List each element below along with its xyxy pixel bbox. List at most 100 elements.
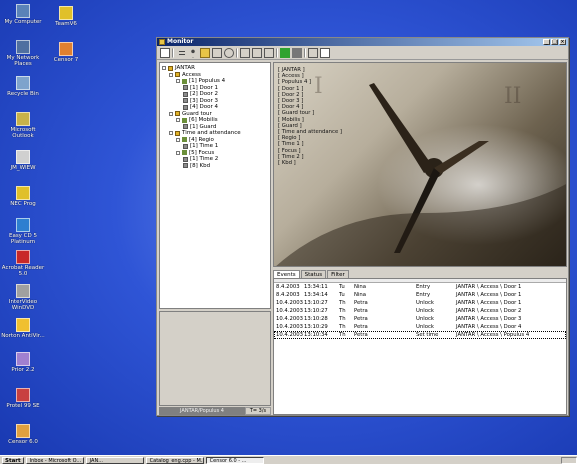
close-button[interactable]: × bbox=[559, 39, 566, 45]
tab-filter[interactable]: Filter bbox=[327, 270, 349, 278]
building-icon[interactable] bbox=[212, 47, 222, 58]
task-outlook[interactable]: Inbox - Microsoft O... bbox=[25, 456, 84, 464]
desktop-icon[interactable]: Recycle Bin bbox=[1, 76, 45, 97]
desktop-icon[interactable]: Censor 6.0 bbox=[1, 424, 45, 445]
desktop-icon[interactable]: Microsoft Outlook bbox=[1, 112, 45, 139]
cell-time: 13:10:29 bbox=[304, 324, 328, 330]
tree-node[interactable]: [4] Regio bbox=[176, 137, 214, 143]
cd-icon bbox=[16, 218, 30, 232]
tree-node[interactable]: [3] Door 3 bbox=[183, 98, 218, 104]
desktop-icon[interactable]: Acrobat Reader 5.0 bbox=[1, 250, 45, 277]
selected-device-status: JANTAR/Populus 4 bbox=[159, 407, 245, 415]
tree-node[interactable]: Guard tour bbox=[169, 111, 212, 117]
minimize-button[interactable]: _ bbox=[543, 39, 550, 45]
table-row[interactable]: 10.4.2003 13:10:28 Th Petra Unlock JANTAR \ A… bbox=[274, 315, 566, 323]
desktop-icon[interactable]: My Computer bbox=[1, 4, 45, 25]
controller-icon bbox=[182, 78, 187, 84]
desktop-icon[interactable]: Easy CD 5 Platinum bbox=[1, 218, 45, 245]
maximize-button[interactable]: □ bbox=[551, 39, 558, 45]
expand-icon[interactable] bbox=[162, 66, 166, 70]
desktop-icon[interactable]: JM_WIEW bbox=[1, 150, 45, 171]
desktop-icon[interactable]: NEC Prog bbox=[1, 186, 45, 207]
network-icon[interactable] bbox=[308, 47, 318, 58]
desktop-icon[interactable]: Prior 2.2 bbox=[1, 352, 45, 373]
expand-icon[interactable] bbox=[169, 72, 173, 77]
tree-node[interactable]: Time and attendance bbox=[169, 130, 241, 136]
tree-node[interactable]: [1] Time 2 bbox=[183, 156, 218, 162]
device-icon bbox=[183, 85, 188, 90]
taskbar: Start Inbox - Microsoft O... JAN... Cata… bbox=[0, 455, 577, 464]
desktop-icon-label: Microsoft Outlook bbox=[10, 127, 36, 139]
desktop-icon[interactable]: Protel 99 SE bbox=[1, 388, 45, 409]
tree-node[interactable]: [5] Focus bbox=[176, 150, 214, 156]
table-row[interactable]: 10.4.2003 13:10:34 Th Petra Set time JANTAR \… bbox=[274, 331, 566, 339]
cell-day: Tu bbox=[339, 284, 345, 290]
cell-action: Unlock bbox=[416, 308, 434, 314]
gray-status-icon[interactable] bbox=[292, 47, 302, 58]
expand-icon[interactable] bbox=[169, 111, 173, 116]
table-row[interactable]: 10.4.2003 13:10:29 Th Petra Unlock JANTAR \ A… bbox=[274, 323, 566, 331]
app-icon bbox=[16, 352, 30, 366]
cell-action: Unlock bbox=[416, 324, 434, 330]
tree-node[interactable]: [1] Door 1 bbox=[183, 85, 218, 91]
door-icon[interactable] bbox=[240, 47, 250, 58]
desktop-icon[interactable]: Censor 7 bbox=[44, 42, 88, 63]
pen-icon bbox=[16, 186, 30, 200]
table-row[interactable]: 10.4.2003 13:10:27 Th Petra Unlock JANTAR \ A… bbox=[274, 307, 566, 315]
view-icon[interactable] bbox=[160, 47, 170, 58]
task-catalog[interactable]: Catalog_eng.cpp - M... bbox=[145, 456, 204, 464]
cell-time: 13:10:28 bbox=[304, 316, 328, 322]
tree-node[interactable]: [2] Door 2 bbox=[183, 91, 218, 97]
tree-node[interactable]: JANTAR bbox=[162, 65, 195, 71]
clock-icon[interactable] bbox=[224, 47, 234, 58]
folder-icon bbox=[175, 111, 180, 116]
controller-icon bbox=[182, 150, 187, 155]
tab-status[interactable]: Status bbox=[300, 270, 327, 278]
tree-node-label: JANTAR bbox=[175, 65, 195, 71]
desktop-icon[interactable]: Norton AntiVir... bbox=[1, 318, 45, 339]
table-row[interactable]: 8.4.2003 13:34:14 Tu Nina Entry JANTAR \ Acce… bbox=[274, 291, 566, 299]
expand-icon[interactable] bbox=[169, 131, 173, 135]
door-closed-icon[interactable] bbox=[264, 47, 274, 58]
toolbar-separator bbox=[172, 47, 174, 58]
task-censor[interactable]: Censor 6.0 - ... bbox=[205, 456, 264, 464]
desktop-icon-label: Norton AntiVir... bbox=[1, 333, 45, 339]
expand-icon[interactable] bbox=[176, 79, 180, 83]
device-tree[interactable]: JANTAR Access [1] Populus 4 [1] Door 1 [2] D… bbox=[159, 62, 271, 309]
tree-node[interactable]: [4] Door 4 bbox=[183, 104, 218, 110]
desktop-icon[interactable]: TeamV6 bbox=[44, 6, 88, 27]
tree-node[interactable]: [1] Guard bbox=[183, 124, 216, 130]
tab-bar: Events Status Filter bbox=[273, 270, 349, 278]
document-icon[interactable] bbox=[320, 47, 330, 58]
desktop-icon[interactable]: InterVideo WinDVD bbox=[1, 284, 45, 311]
tree-node[interactable]: [6] Mobilis bbox=[176, 117, 218, 123]
device-icon bbox=[183, 143, 188, 149]
cell-time: 13:34:14 bbox=[304, 292, 328, 298]
expand-icon[interactable] bbox=[176, 137, 180, 142]
cell-path: JANTAR \ Access \ Door 3 bbox=[456, 316, 522, 322]
title-bar[interactable]: Monitor _ □ × bbox=[157, 38, 568, 46]
table-row[interactable]: 8.4.2003 13:34:11 Tu Nina Entry JANTAR \ Acce… bbox=[274, 283, 566, 291]
device-icon bbox=[183, 156, 188, 162]
task-jantar[interactable]: JAN... bbox=[85, 456, 144, 464]
tree-icon[interactable] bbox=[176, 48, 186, 58]
tree-node[interactable]: [8] Kbd bbox=[183, 163, 210, 169]
expand-icon[interactable] bbox=[176, 118, 180, 122]
events-table: 8.4.2003 13:34:11 Tu Nina Entry JANTAR \ Acce… bbox=[273, 278, 567, 415]
green-status-icon[interactable] bbox=[280, 47, 290, 58]
door-open-icon[interactable] bbox=[252, 47, 262, 58]
tree-node[interactable]: Access bbox=[169, 72, 201, 78]
device-icon bbox=[183, 124, 188, 129]
expand-icon[interactable] bbox=[176, 150, 180, 155]
start-button[interactable]: Start bbox=[2, 456, 24, 464]
grid-icon[interactable] bbox=[200, 47, 210, 58]
cell-day: Th bbox=[339, 300, 346, 306]
tree-node[interactable]: [1] Time 1 bbox=[183, 143, 218, 149]
tree-node[interactable]: [1] Populus 4 bbox=[176, 78, 225, 84]
desktop-icon[interactable]: My Network Places bbox=[1, 40, 45, 67]
cell-action: Unlock bbox=[416, 316, 434, 322]
tab-events[interactable]: Events bbox=[273, 270, 300, 278]
table-row[interactable]: 10.4.2003 13:10:27 Th Petra Unlock JANTAR \ A… bbox=[274, 299, 566, 307]
cell-time: 13:10:27 bbox=[304, 308, 328, 314]
person-icon[interactable] bbox=[188, 47, 198, 58]
